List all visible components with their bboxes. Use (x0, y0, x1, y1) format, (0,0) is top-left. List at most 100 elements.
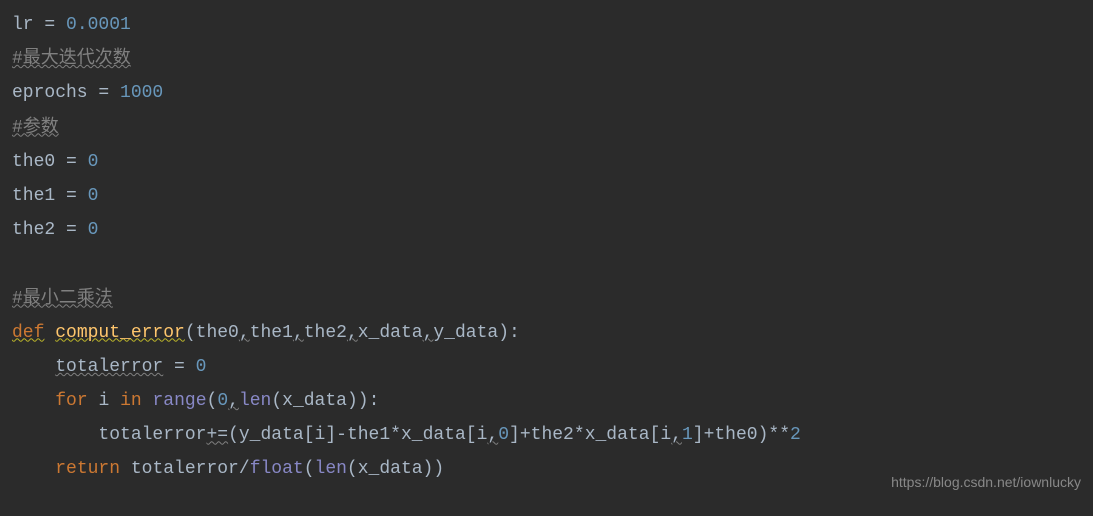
comment: #参数 (12, 118, 59, 138)
paren: ( (207, 391, 218, 411)
space (142, 391, 153, 411)
variable: the0 (714, 425, 757, 445)
variable: i (477, 425, 488, 445)
param: the0 (196, 323, 239, 343)
variable: the2 (531, 425, 574, 445)
comma: , (671, 425, 682, 445)
paren: ( (228, 425, 239, 445)
keyword-return: return (55, 459, 120, 479)
keyword-def: def (12, 323, 44, 343)
paren: ( (304, 459, 315, 479)
comment: #最小二乘法 (12, 289, 113, 309)
bracket: [ (304, 425, 315, 445)
space (109, 391, 120, 411)
number: 0 (196, 357, 207, 377)
operator: = (34, 15, 66, 35)
operator: ** (768, 425, 790, 445)
variable: the2 (12, 220, 55, 240)
number: 0 (88, 220, 99, 240)
code-line-blank (12, 247, 1081, 281)
bracket: ] (509, 425, 520, 445)
paren: ( (271, 391, 282, 411)
keyword-for: for (55, 391, 87, 411)
code-line-6: the1 = 0 (12, 179, 1081, 213)
number: 0 (88, 186, 99, 206)
builtin-range: range (152, 391, 206, 411)
variable: x_data (401, 425, 466, 445)
variable: the0 (12, 152, 55, 172)
operator: + (704, 425, 715, 445)
operator: = (55, 186, 87, 206)
operator: = (55, 152, 87, 172)
variable: totalerror (98, 425, 206, 445)
indent (12, 425, 98, 445)
number: 0 (88, 152, 99, 172)
code-line-8: #最小二乘法 (12, 282, 1081, 316)
comma: , (423, 323, 434, 343)
operator: = (55, 220, 87, 240)
builtin-len: len (315, 459, 347, 479)
comma: , (347, 323, 358, 343)
code-line-10: totalerror = 0 (12, 350, 1081, 384)
indent (12, 459, 55, 479)
variable: x_data (585, 425, 650, 445)
number: 0 (217, 391, 228, 411)
keyword-in: in (120, 391, 142, 411)
number: 0 (498, 425, 509, 445)
function-name: comput_error (55, 323, 185, 343)
variable: lr (12, 15, 34, 35)
param: the2 (304, 323, 347, 343)
operator: += (206, 425, 228, 445)
variable: y_data (239, 425, 304, 445)
builtin-float: float (250, 459, 304, 479)
comma: , (239, 323, 250, 343)
variable: totalerror (55, 357, 163, 377)
paren: ) (423, 459, 434, 479)
variable: i (660, 425, 671, 445)
space (44, 323, 55, 343)
variable: the1 (347, 425, 390, 445)
paren: ): (358, 391, 380, 411)
space (120, 459, 131, 479)
variable: x_data (282, 391, 347, 411)
code-line-3: eprochs = 1000 (12, 76, 1081, 110)
operator: + (520, 425, 531, 445)
operator: = (163, 357, 195, 377)
paren: ) (347, 391, 358, 411)
bracket: [ (466, 425, 477, 445)
operator: * (574, 425, 585, 445)
param: the1 (250, 323, 293, 343)
builtin-len: len (239, 391, 271, 411)
code-line-12: totalerror+=(y_data[i]-the1*x_data[i,0]+… (12, 418, 1081, 452)
paren: ( (185, 323, 196, 343)
number: 1000 (120, 83, 163, 103)
code-editor[interactable]: lr = 0.0001 #最大迭代次数 eprochs = 1000 #参数 t… (12, 8, 1081, 487)
variable: i (98, 391, 109, 411)
code-line-1: lr = 0.0001 (12, 8, 1081, 42)
operator: * (390, 425, 401, 445)
number: 0.0001 (66, 15, 131, 35)
space (88, 391, 99, 411)
code-line-4: #参数 (12, 111, 1081, 145)
param: x_data (358, 323, 423, 343)
code-line-9: def comput_error(the0,the1,the2,x_data,y… (12, 316, 1081, 350)
comment: #最大迭代次数 (12, 49, 131, 69)
operator: = (88, 83, 120, 103)
code-line-5: the0 = 0 (12, 145, 1081, 179)
code-line-7: the2 = 0 (12, 213, 1081, 247)
number: 1 (682, 425, 693, 445)
variable: i (315, 425, 326, 445)
indent (12, 391, 55, 411)
comma: , (487, 425, 498, 445)
variable: eprochs (12, 83, 88, 103)
bracket: ] (325, 425, 336, 445)
number: 2 (790, 425, 801, 445)
bracket: [ (650, 425, 661, 445)
code-line-11: for i in range(0,len(x_data)): (12, 384, 1081, 418)
comma: , (293, 323, 304, 343)
paren: ) (433, 459, 444, 479)
watermark: https://blog.csdn.net/iownlucky (891, 469, 1081, 496)
variable: x_data (358, 459, 423, 479)
operator: - (336, 425, 347, 445)
param: y_data (433, 323, 498, 343)
